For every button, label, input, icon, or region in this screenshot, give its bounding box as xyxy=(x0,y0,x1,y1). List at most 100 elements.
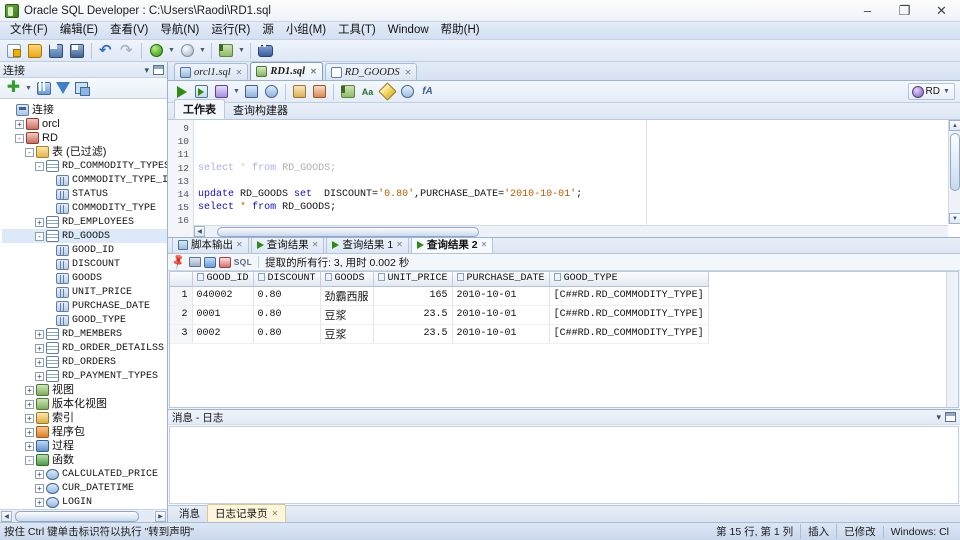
deploy-dropdown-icon[interactable]: ▼ xyxy=(237,41,246,60)
menu-help[interactable]: 帮助(H) xyxy=(435,22,486,39)
new-file-icon[interactable] xyxy=(4,41,24,60)
results-grid[interactable]: GOOD_ID DISCOUNT GOODS UNIT_PRICE PURCHASE_D… xyxy=(170,272,709,344)
close-tab-icon[interactable]: ✕ xyxy=(236,240,243,249)
grid-cell[interactable]: 040002 xyxy=(192,286,254,306)
filter-icon[interactable] xyxy=(54,80,71,97)
open-file-icon[interactable] xyxy=(25,41,45,60)
refresh-icon[interactable] xyxy=(203,256,216,268)
tree-node[interactable]: + RD_MEMBERS xyxy=(2,327,167,341)
scroll-down-icon[interactable]: ▼ xyxy=(949,213,960,224)
grid-cell[interactable]: [C##RD.RD_COMMODITY_TYPE] xyxy=(549,286,709,306)
minimize-panel-icon[interactable]: ▾ xyxy=(144,65,149,75)
grid-cell[interactable]: 劲霸西服 xyxy=(320,286,374,306)
dock-panel-icon[interactable] xyxy=(945,412,956,422)
scroll-thumb[interactable] xyxy=(15,510,139,522)
tree-node[interactable]: COMMODITY_TYPE_ID xyxy=(2,173,167,187)
add-dropdown-icon[interactable]: ▼ xyxy=(24,79,33,98)
find-icon[interactable]: fA xyxy=(418,83,437,101)
menu-edit[interactable]: 编辑(E) xyxy=(54,22,104,39)
grid-cell[interactable]: 2010-10-01 xyxy=(452,324,550,344)
scroll-right-icon[interactable]: ▶ xyxy=(155,510,166,522)
code-line[interactable]: select * from RD_GOODS; xyxy=(194,201,960,214)
navigate-back-icon[interactable] xyxy=(146,41,166,60)
scroll-up-icon[interactable]: ▲ xyxy=(949,120,960,131)
save-icon[interactable] xyxy=(46,41,66,60)
grid-cell[interactable]: 豆浆 xyxy=(320,324,374,344)
scroll-left-icon[interactable]: ◀ xyxy=(1,510,12,522)
tree-node[interactable]: + RD_EMPLOYEES xyxy=(2,215,167,229)
tree-node[interactable]: + CALCULATED_PRICE xyxy=(2,467,167,481)
save-all-icon[interactable] xyxy=(67,41,87,60)
collapse-toggle-icon[interactable]: - xyxy=(25,455,34,465)
sidebar-horizontal-scrollbar[interactable]: ◀ ▶ xyxy=(0,509,167,522)
refresh-icon[interactable] xyxy=(35,80,52,97)
tree-node[interactable]: + LOGIN xyxy=(2,495,167,509)
add-connection-icon[interactable]: ✚ xyxy=(5,80,22,97)
expand-toggle-icon[interactable]: + xyxy=(35,497,44,507)
tree-node[interactable]: + 版本化视图 xyxy=(2,397,167,411)
tree-node[interactable]: - RD xyxy=(2,131,167,145)
tree-node[interactable]: PURCHASE_DATE xyxy=(2,299,167,313)
expand-toggle-icon[interactable]: + xyxy=(35,483,44,493)
menu-navigate[interactable]: 导航(N) xyxy=(154,22,205,39)
format-icon[interactable] xyxy=(378,82,397,101)
tree-node[interactable]: GOODS xyxy=(2,271,167,285)
collapse-toggle-icon[interactable]: - xyxy=(35,161,44,171)
close-tab-icon[interactable]: ✕ xyxy=(310,67,317,76)
results-grid-container[interactable]: GOOD_ID DISCOUNT GOODS UNIT_PRICE PURCHASE_D… xyxy=(169,271,959,408)
tree-node[interactable]: + CUR_DATETIME xyxy=(2,481,167,495)
close-tab-icon[interactable]: ✕ xyxy=(236,68,243,77)
tree-node[interactable]: + RD_ORDER_DETAILSS xyxy=(2,341,167,355)
close-tab-icon[interactable]: ✕ xyxy=(481,240,488,249)
deploy-icon[interactable] xyxy=(216,41,236,60)
column-header[interactable]: DISCOUNT xyxy=(253,272,321,287)
grid-cell[interactable]: 165 xyxy=(373,286,453,306)
menu-source[interactable]: 源 xyxy=(256,22,280,39)
find-icon[interactable] xyxy=(255,41,275,60)
tab-rd-goods[interactable]: RD_GOODS ✕ xyxy=(324,63,418,80)
explain-plan-icon[interactable] xyxy=(242,83,261,101)
grid-cell[interactable]: 23.5 xyxy=(373,324,453,344)
column-header[interactable]: GOOD_TYPE xyxy=(549,272,709,287)
code-line[interactable] xyxy=(194,175,960,188)
collapse-toggle-icon[interactable]: - xyxy=(25,147,34,157)
tree-node[interactable]: + 过程 xyxy=(2,439,167,453)
tab-worksheet[interactable]: 工作表 xyxy=(174,99,225,119)
delete-icon[interactable] xyxy=(218,256,231,268)
print-icon[interactable] xyxy=(188,257,201,267)
navigate-forward-dropdown-icon[interactable]: ▼ xyxy=(198,41,207,60)
close-tab-icon[interactable]: ✕ xyxy=(396,240,403,249)
grid-cell[interactable]: 0002 xyxy=(192,324,254,344)
grid-cell[interactable]: 2010-10-01 xyxy=(452,286,550,306)
code-text-area[interactable]: select * from RD_GOODS; update RD_GOODS s… xyxy=(194,120,960,237)
minimize-button[interactable]: – xyxy=(849,0,886,22)
tab-messages[interactable]: 消息 xyxy=(172,505,207,522)
tab-query-builder[interactable]: 查询构建器 xyxy=(225,101,296,119)
scroll-left-icon[interactable]: ◀ xyxy=(194,226,205,237)
connections-tree[interactable]: 连接 + orcl - RD - 表 (已过滤) - RD_COMMODITY_TYPES COM… xyxy=(0,99,167,509)
tab-logging-page[interactable]: 日志记录页 ✕ xyxy=(207,504,287,522)
grid-cell[interactable]: [C##RD.RD_COMMODITY_TYPE] xyxy=(549,324,709,344)
collapse-toggle-icon[interactable]: - xyxy=(35,231,44,241)
column-header[interactable]: GOODS xyxy=(320,272,374,287)
menu-view[interactable]: 查看(V) xyxy=(104,22,154,39)
grid-cell[interactable]: 0.80 xyxy=(253,305,321,325)
grid-cell[interactable]: 豆浆 xyxy=(320,305,374,325)
tree-node[interactable]: COMMODITY_TYPE xyxy=(2,201,167,215)
tree-node[interactable]: - RD_COMMODITY_TYPES xyxy=(2,159,167,173)
menu-tools[interactable]: 工具(T) xyxy=(332,22,382,39)
commit-icon[interactable] xyxy=(290,83,309,101)
navigate-back-dropdown-icon[interactable]: ▼ xyxy=(167,41,176,60)
close-tab-icon[interactable]: ✕ xyxy=(272,509,279,518)
table-row[interactable]: 1 040002 0.80 劲霸西服 165 2010-10-01 [C##RD.RD_CO… xyxy=(170,286,709,306)
autotrace-dropdown-icon[interactable]: ▼ xyxy=(232,82,241,101)
insert-mode[interactable]: 插入 xyxy=(800,524,836,539)
completion-icon[interactable]: Aa xyxy=(358,83,377,101)
tree-node[interactable]: GOOD_ID xyxy=(2,243,167,257)
expand-toggle-icon[interactable]: + xyxy=(35,371,44,381)
tree-node[interactable]: + RD_ORDERS xyxy=(2,355,167,369)
expand-toggle-icon[interactable]: + xyxy=(25,385,34,395)
expand-toggle-icon[interactable]: + xyxy=(35,469,44,479)
expand-toggle-icon[interactable]: + xyxy=(25,399,34,409)
close-tab-icon[interactable]: ✕ xyxy=(405,68,412,77)
